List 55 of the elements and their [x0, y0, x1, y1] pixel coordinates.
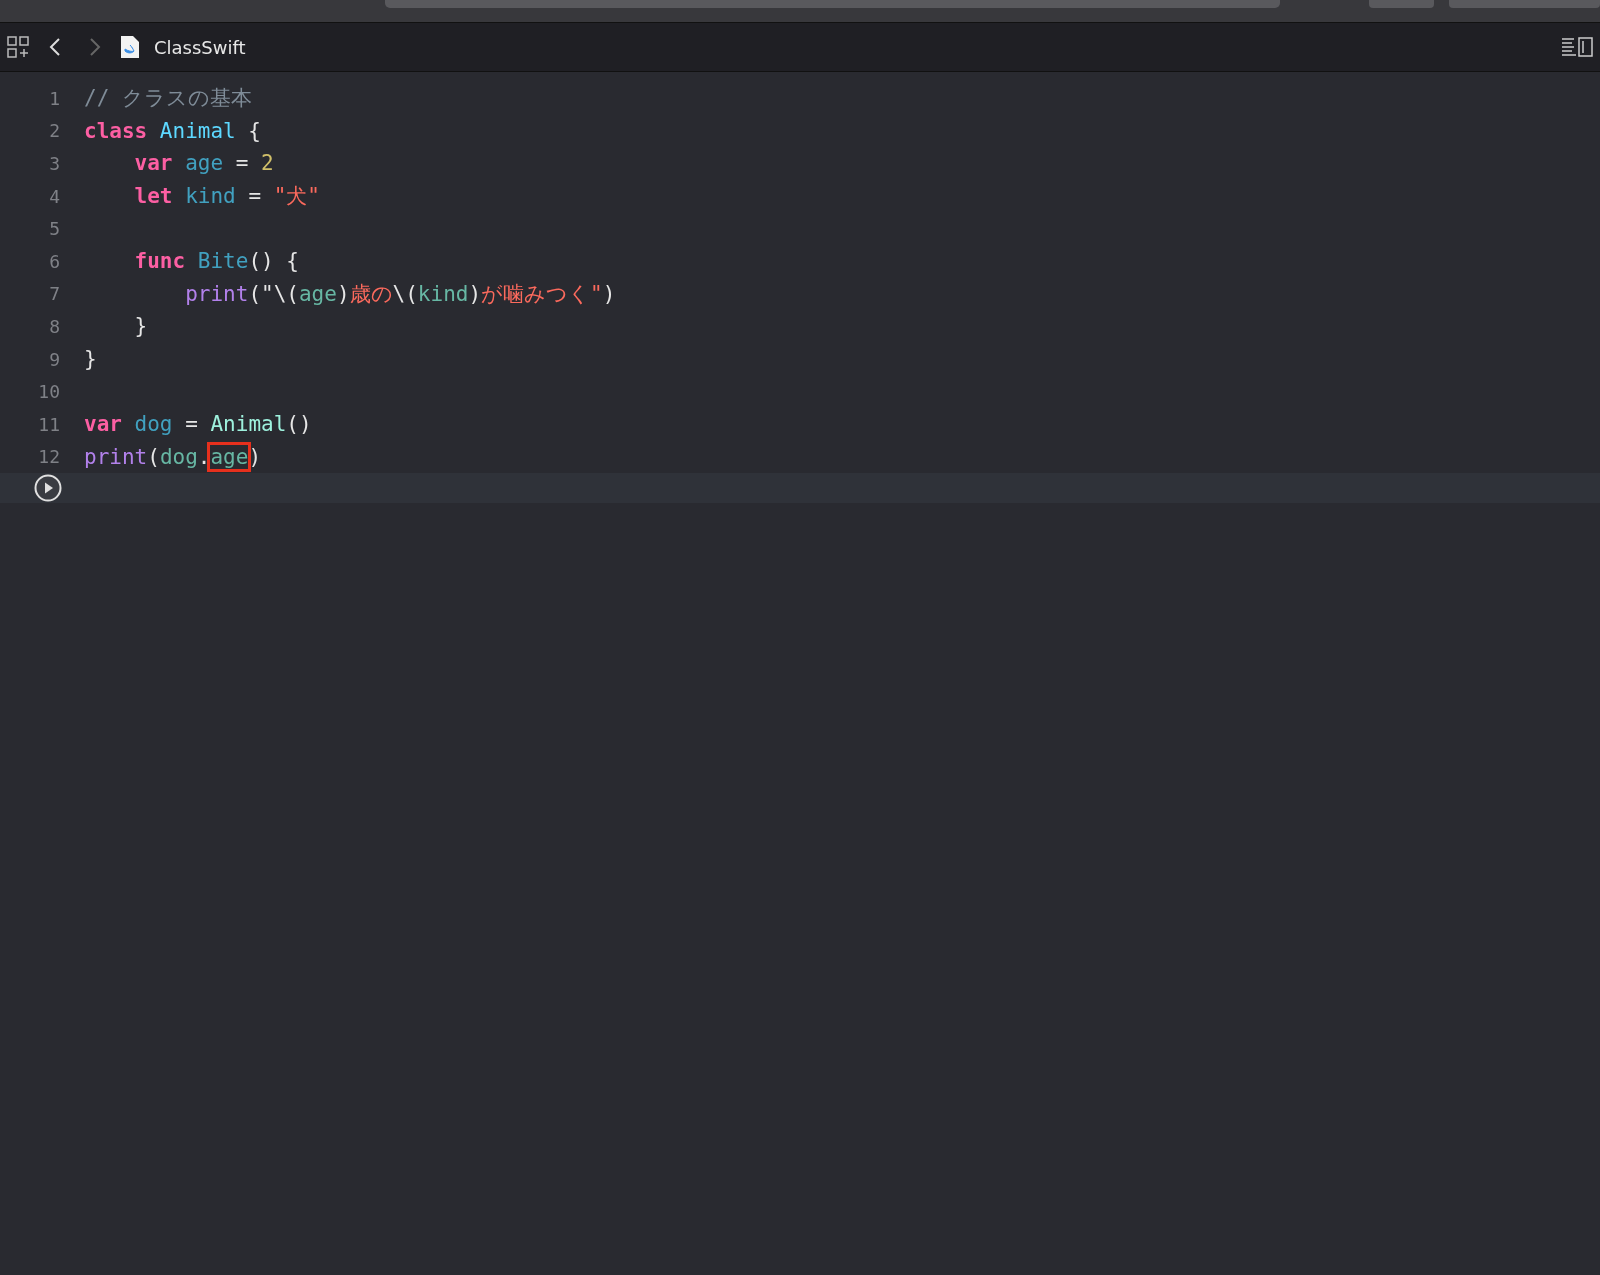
line-number: 8 — [48, 315, 61, 337]
code-text: = — [247, 184, 263, 209]
code-text: = — [234, 151, 250, 176]
file-breadcrumb[interactable]: ClassSwift — [154, 36, 246, 58]
code-text: \( — [392, 281, 418, 306]
code-keyword: var — [84, 412, 123, 437]
run-icon[interactable] — [34, 474, 62, 503]
code-keyword: var — [133, 151, 174, 176]
line-number: 6 — [48, 250, 61, 272]
line-number: 5 — [48, 218, 61, 240]
code-identifier: kind — [185, 184, 236, 209]
swift-file-icon — [120, 35, 140, 59]
code-text: = — [184, 412, 199, 437]
line-number: 4 — [48, 185, 61, 207]
code-identifier: age — [185, 151, 224, 176]
inspector-toggle-icon[interactable] — [1560, 35, 1594, 59]
code-text: () { — [248, 249, 299, 274]
line-number: 10 — [37, 381, 61, 403]
code-identifier: dog — [134, 412, 173, 437]
code-text: . — [197, 444, 211, 469]
line-number: 2 — [48, 120, 61, 142]
code-identifier: age — [298, 281, 337, 306]
code-text: ) — [602, 281, 616, 306]
code-text: { — [247, 118, 261, 143]
line-number: 1 — [48, 87, 61, 109]
line-number: 11 — [37, 413, 61, 435]
code-function: print — [84, 444, 148, 469]
code-keyword: let — [133, 184, 174, 209]
code-text: ) — [468, 281, 482, 306]
code-type-name: Animal — [210, 412, 287, 437]
code-text: ("\( — [248, 281, 299, 306]
code-string: "犬" — [273, 183, 320, 211]
code-text: ) — [336, 281, 350, 306]
line-number: 7 — [48, 283, 61, 305]
code-text: ( — [147, 444, 160, 469]
code-function: print — [184, 281, 249, 306]
code-text: () — [286, 412, 312, 437]
related-items-icon[interactable] — [6, 35, 30, 59]
code-type-name: Animal — [159, 118, 236, 143]
code-comment: // クラスの基本 — [84, 85, 252, 113]
code-text: } — [133, 314, 148, 339]
line-number: 12 — [37, 446, 61, 468]
code-text: ) — [248, 444, 262, 469]
code-number: 2 — [261, 151, 274, 176]
code-text: } — [84, 347, 97, 372]
line-number: 9 — [48, 348, 61, 370]
code-keyword: func — [133, 249, 187, 274]
highlighted-code: age — [210, 444, 249, 469]
line-number: 3 — [48, 153, 61, 174]
code-string: が噛みつく" — [481, 280, 603, 308]
code-string: 歳の — [349, 280, 393, 308]
code-keyword: class — [84, 118, 149, 143]
code-identifier: Bite — [197, 249, 249, 274]
code-identifier: kind — [417, 281, 469, 306]
code-identifier: dog — [159, 444, 198, 469]
